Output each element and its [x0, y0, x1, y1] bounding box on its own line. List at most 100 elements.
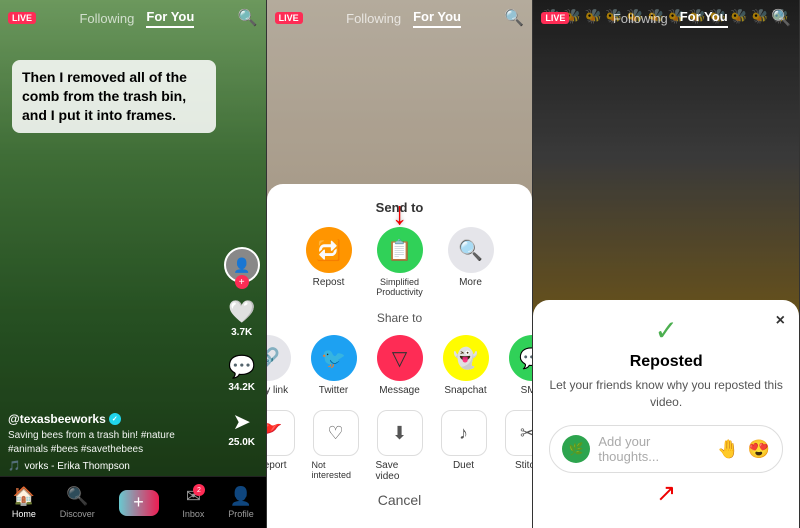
panel2-topbar-left: LIVE [275, 12, 303, 24]
side-actions-1: 👤 + 🤍 3.7K 💬 34.2K ➤ 25.0K [224, 247, 260, 448]
share-item-savevideo[interactable]: ⬇ Save video [376, 410, 424, 482]
share-item-snapchat[interactable]: 👻 Snapchat [443, 335, 489, 396]
avatar-plus-1[interactable]: + [235, 275, 249, 289]
tab-following-3[interactable]: Following [613, 11, 668, 26]
share-item-notinterested[interactable]: ♡ Not interested [312, 410, 360, 482]
heart-icon-1: 🤍 [228, 299, 255, 325]
share-to-row: 🔗 Copy link 🐦 Twitter ▽ Message 👻 Snapch… [267, 335, 533, 396]
panel-2: LIVE Following For You 🔍 ↓ Send to 🔁 Rep… [267, 0, 534, 528]
duet-icon: ♪ [441, 410, 487, 456]
repost-label: Repost [313, 277, 345, 288]
share-item-message[interactable]: ▽ Message [377, 335, 423, 396]
panel3-tabs[interactable]: Following For You [569, 9, 771, 28]
more-label: More [459, 277, 482, 288]
username-1: @texasbeeworks ✓ [8, 412, 216, 426]
red-arrow-3: ↗ [549, 479, 783, 508]
repost-placeholder: Add your thoughts... [598, 434, 709, 464]
close-button[interactable]: × [776, 312, 785, 330]
home-icon-1: 🏠 [13, 486, 35, 507]
savevideo-label: Save video [376, 460, 424, 482]
panel2-topbar: LIVE Following For You 🔍 [267, 0, 533, 36]
share-item-copylink[interactable]: 🔗 Copy link [267, 335, 291, 396]
tab-foryou-1[interactable]: For You [146, 9, 194, 28]
tab-foryou-3[interactable]: For You [680, 9, 728, 28]
nav-inbox-1[interactable]: ✉ 2 Inbox [182, 486, 204, 519]
share-item-twitter[interactable]: 🐦 Twitter [311, 335, 357, 396]
emoji-wave[interactable]: 🤚 [717, 439, 739, 460]
avatar-1[interactable]: 👤 + [224, 247, 260, 283]
nav-add-1[interactable]: + [119, 490, 159, 516]
panel1-topbar: LIVE Following For You 🔍 [0, 0, 266, 36]
report-icon: 🚩 [267, 410, 295, 456]
profile-icon-1: 👤 [230, 486, 252, 507]
copylink-icon: 🔗 [267, 335, 291, 381]
emoji-love[interactable]: 😍 [748, 439, 770, 460]
inbox-badge-dot-1: 2 [193, 484, 205, 496]
repost-modal: × ✓ Reposted Let your friends know why y… [533, 300, 799, 528]
search-icon-1[interactable]: 🔍 [238, 8, 258, 28]
stitch-icon: ✂ [505, 410, 534, 456]
productivity-icon: 📋 [377, 227, 423, 273]
panel2-topbar-right: 🔍 [504, 8, 524, 28]
notinterested-icon: ♡ [313, 410, 359, 456]
share-item-repost[interactable]: 🔁 Repost [306, 227, 352, 297]
share-bottom-row: 🚩 Report ♡ Not interested ⬇ Save video ♪… [267, 410, 533, 482]
nav-discover-label-1: Discover [60, 509, 95, 519]
plus-button-1[interactable]: + [119, 490, 159, 516]
tab-following-1[interactable]: Following [79, 11, 134, 26]
share-item-more[interactable]: 🔍 More [448, 227, 494, 297]
send-to-row: 🔁 Repost 📋 Simplified Productivity 🔍 Mor… [267, 227, 533, 297]
share-item-duet[interactable]: ♪ Duet [440, 410, 488, 482]
repost-emoji-row: 🤚 😍 [717, 439, 770, 460]
more-icon: 🔍 [448, 227, 494, 273]
notinterested-label: Not interested [312, 460, 360, 480]
repost-check-icon: ✓ [549, 314, 783, 347]
nav-home-1[interactable]: 🏠 Home [12, 486, 36, 519]
share-count-1: 25.0K [228, 437, 255, 448]
share-to-label: Share to [267, 311, 533, 325]
panel3-topbar-right: 🔍 [771, 8, 791, 28]
stitch-label: Stitch [515, 460, 533, 471]
search-icon-3[interactable]: 🔍 [771, 8, 791, 28]
discover-icon-1: 🔍 [66, 486, 88, 507]
share-item-productivity[interactable]: 📋 Simplified Productivity [372, 227, 428, 297]
caption-box: Then I removed all of the comb from the … [12, 60, 216, 133]
bottom-nav-1: 🏠 Home 🔍 Discover + ✉ 2 Inbox 👤 Profile [0, 476, 266, 528]
comment-button-1[interactable]: 💬 34.2K [228, 354, 255, 393]
panel1-tabs[interactable]: Following For You [36, 9, 238, 28]
comment-count-1: 34.2K [228, 382, 255, 393]
snapchat-label: Snapchat [444, 385, 486, 396]
panel2-tabs[interactable]: Following For You [303, 9, 505, 28]
share-item-stitch[interactable]: ✂ Stitch [504, 410, 534, 482]
message-label: Message [379, 385, 420, 396]
nav-discover-1[interactable]: 🔍 Discover [60, 486, 95, 519]
inbox-badge-wrap-1: ✉ 2 [186, 486, 201, 507]
cancel-button[interactable]: Cancel [267, 492, 533, 508]
live-badge-1: LIVE [8, 12, 36, 24]
sms-icon: 💬 [509, 335, 534, 381]
like-button-1[interactable]: 🤍 3.7K [228, 299, 255, 338]
comment-icon-1: 💬 [228, 354, 255, 380]
panel3-topbar: LIVE Following For You 🔍 [533, 0, 799, 36]
repost-avatar: 🌿 [562, 435, 590, 463]
tab-foryou-2[interactable]: For You [413, 9, 461, 28]
like-count-1: 3.7K [231, 327, 252, 338]
panel1-topbar-right: 🔍 [238, 8, 258, 28]
red-arrow-down-2: ↓ [392, 195, 408, 232]
tab-following-2[interactable]: Following [346, 11, 401, 26]
nav-profile-1[interactable]: 👤 Profile [228, 486, 254, 519]
search-icon-2[interactable]: 🔍 [504, 8, 524, 28]
music-text-1: vorks - Erika Thompson [24, 461, 129, 472]
description-1: Saving bees from a trash bin! #nature #a… [8, 429, 216, 457]
sms-label: SMS [521, 385, 534, 396]
music-row-1: 🎵 vorks - Erika Thompson [8, 461, 216, 472]
share-item-report[interactable]: 🚩 Report [267, 410, 296, 482]
bottom-info-1: @texasbeeworks ✓ Saving bees from a tras… [8, 412, 216, 472]
live-badge-3: LIVE [541, 12, 569, 24]
nav-home-label-1: Home [12, 509, 36, 519]
share-icon-1: ➤ [232, 409, 250, 435]
panel1-topbar-left: LIVE [8, 12, 36, 24]
share-item-sms[interactable]: 💬 SMS [509, 335, 534, 396]
share-button-1[interactable]: ➤ 25.0K [228, 409, 255, 448]
snapchat-icon: 👻 [443, 335, 489, 381]
